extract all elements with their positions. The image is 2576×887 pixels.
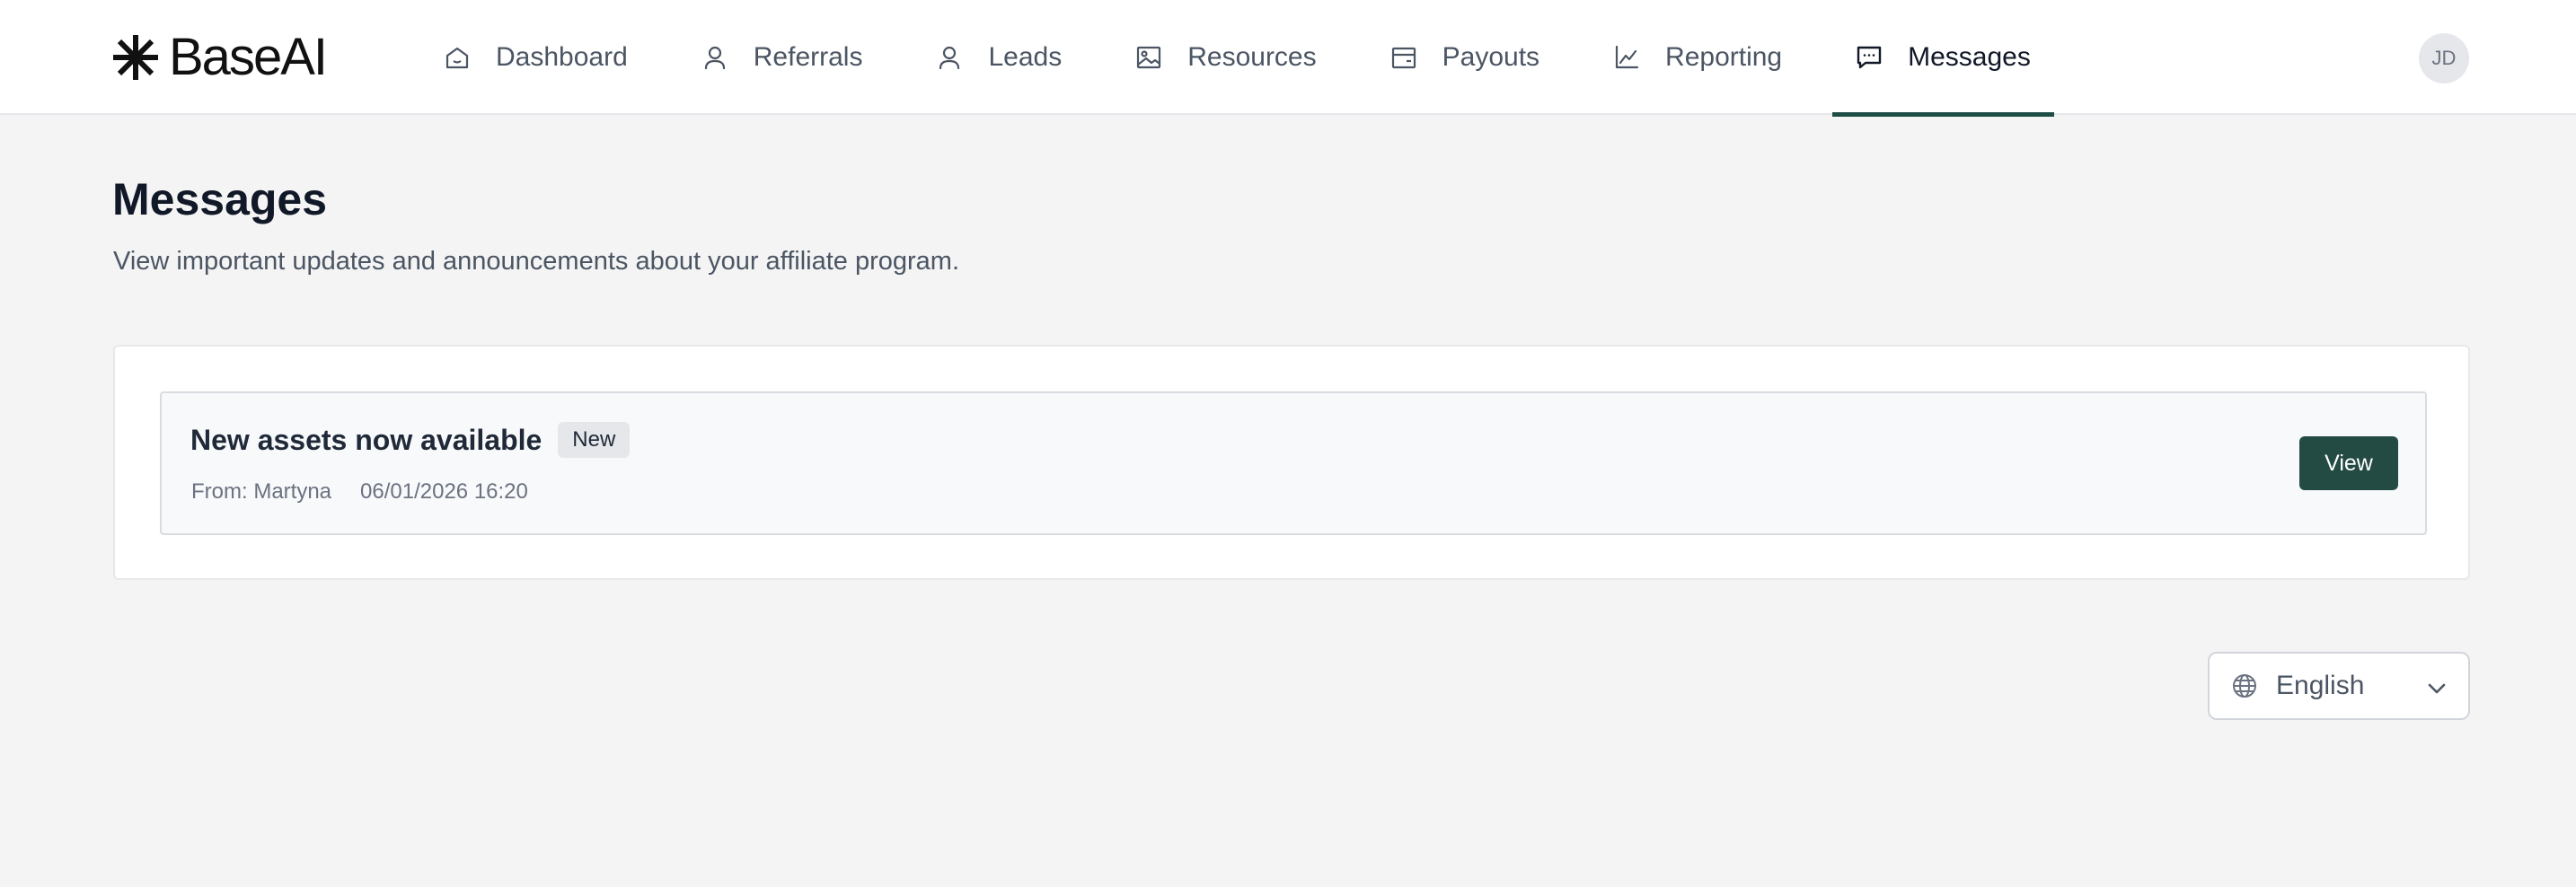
user-avatar[interactable]: JD — [2419, 33, 2469, 83]
nav-label-resources: Resources — [1187, 42, 1317, 72]
home-icon — [446, 47, 469, 69]
message-meta: From: Martyna 06/01/2026 16:20 — [191, 479, 528, 505]
nav-item-payouts[interactable]: Payouts — [1367, 0, 1563, 115]
language-select[interactable]: English — [2208, 652, 2470, 720]
top-nav-bar: BaseAI Dashboard Referrals Leads Resourc… — [0, 0, 2576, 117]
user-icon — [704, 46, 725, 70]
brand-name: BaseAI — [169, 28, 328, 86]
nav-label-leads: Leads — [988, 42, 1063, 72]
message-item[interactable]: New assets now available New From: Marty… — [160, 391, 2427, 535]
main-nav: Dashboard Referrals Leads Resources Payo… — [420, 0, 2081, 117]
nav-label-dashboard: Dashboard — [496, 42, 628, 72]
message-sender: From: Martyna — [191, 479, 332, 504]
language-selected-value: English — [2276, 671, 2365, 700]
view-message-button[interactable]: View — [2299, 436, 2398, 490]
nav-item-leads[interactable]: Leads — [913, 0, 1085, 115]
user-icon — [940, 46, 960, 70]
page-title: Messages — [112, 174, 328, 224]
chevron-down-icon — [2428, 683, 2446, 694]
nav-item-resources[interactable]: Resources — [1112, 0, 1339, 115]
nav-item-dashboard[interactable]: Dashboard — [420, 0, 651, 115]
brand-logo[interactable]: BaseAI — [111, 28, 328, 86]
nav-label-payouts: Payouts — [1442, 42, 1540, 72]
nav-label-messages: Messages — [1908, 42, 2031, 72]
page-subtitle: View important updates and announcements… — [113, 247, 960, 276]
nav-item-messages[interactable]: Messages — [1832, 0, 2054, 117]
message-title: New assets now available — [190, 423, 543, 456]
line-chart-icon — [1615, 45, 1639, 69]
messages-card: New assets now available New From: Marty… — [113, 345, 2470, 580]
nav-item-referrals[interactable]: Referrals — [678, 0, 887, 115]
message-title-row: New assets now available New — [190, 422, 631, 458]
nav-item-reporting[interactable]: Reporting — [1590, 0, 1805, 115]
message-timestamp: 06/01/2026 16:20 — [360, 479, 528, 504]
message-icon — [1857, 46, 1882, 69]
asterisk-logo-icon — [113, 35, 158, 80]
nav-label-referrals: Referrals — [753, 42, 863, 72]
new-badge: New — [558, 422, 631, 458]
globe-icon — [2233, 674, 2256, 698]
wallet-icon — [1391, 47, 1416, 69]
nav-label-reporting: Reporting — [1665, 42, 1783, 72]
image-icon — [1137, 46, 1161, 69]
